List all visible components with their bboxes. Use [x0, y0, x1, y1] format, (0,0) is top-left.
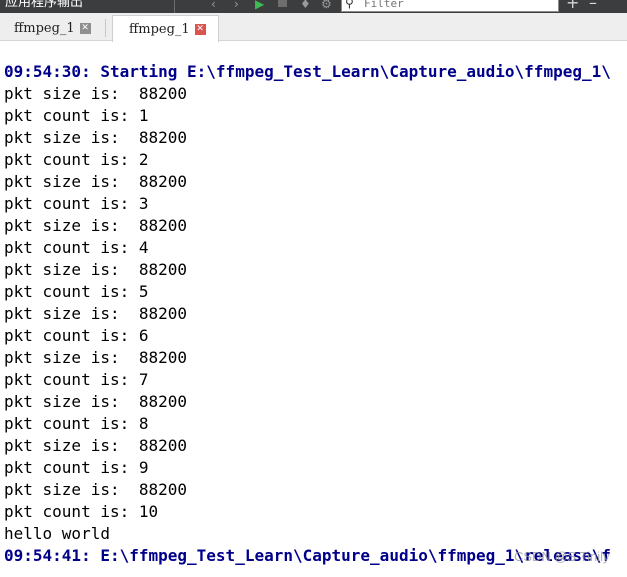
output-line: pkt size is: 88200	[4, 392, 188, 411]
output-line: pkt size is: 88200	[4, 480, 188, 499]
panel-title: 应用程序输出	[5, 0, 84, 10]
watermark: CSDN @S Tinily	[514, 549, 610, 564]
plus-icon[interactable]: +	[566, 0, 579, 11]
output-line: pkt count is: 4	[4, 238, 149, 257]
output-line: pkt size is: 88200	[4, 436, 188, 455]
output-line: pkt size is: 88200	[4, 304, 188, 323]
output-lines: 09:54:30: Starting E:\ffmpeg_Test_Learn\…	[4, 61, 611, 567]
output-line: pkt size is: 88200	[4, 128, 188, 147]
gear-icon[interactable]: ⚙	[321, 0, 332, 11]
tab-ffmpeg-1[interactable]: ffmpeg_1 ✕	[4, 16, 106, 41]
output-line: pkt count is: 10	[4, 502, 159, 521]
filter-field[interactable]: ⚲	[341, 0, 559, 12]
output-line: pkt count is: 2	[4, 150, 149, 169]
chevron-left-icon[interactable]: ‹	[211, 0, 216, 11]
close-icon[interactable]: ✕	[79, 23, 91, 34]
start-line: 09:54:30: Starting E:\ffmpeg_Test_Learn\…	[4, 62, 611, 81]
output-line: pkt count is: 1	[4, 106, 149, 125]
output-line: pkt count is: 3	[4, 194, 149, 213]
output-line: pkt count is: 5	[4, 282, 149, 301]
output-line: pkt size is: 88200	[4, 260, 188, 279]
chevron-right-icon[interactable]: ›	[234, 0, 239, 11]
toolbar-divider	[174, 0, 175, 13]
output-line: pkt count is: 9	[4, 458, 149, 477]
filter-input[interactable]	[364, 0, 554, 11]
play-icon[interactable]: ▶	[255, 0, 264, 11]
close-icon[interactable]: ✕	[194, 23, 206, 35]
output-line: pkt size is: 88200	[4, 172, 188, 191]
output-line: pkt size is: 88200	[4, 84, 188, 103]
output-line: hello world	[4, 524, 110, 543]
tab-ffmpeg-1-active[interactable]: ffmpeg_1 ✕	[112, 15, 219, 42]
tab-label: ffmpeg_1	[14, 21, 75, 36]
tab-label: ffmpeg_1	[129, 21, 190, 37]
tab-bar: ffmpeg_1 ✕ ffmpeg_1 ✕	[0, 13, 627, 42]
output-line: pkt size is: 88200	[4, 348, 188, 367]
tab-divider	[105, 19, 106, 37]
output-line: pkt count is: 8	[4, 414, 149, 433]
debug-icon[interactable]: ♦	[300, 0, 311, 11]
output-toolbar: 应用程序输出 ‹ › ▶ ♦ ⚙ ⚲ + –	[0, 0, 627, 13]
stop-icon[interactable]	[278, 0, 287, 7]
output-line: pkt count is: 7	[4, 370, 149, 389]
output-line: pkt count is: 6	[4, 326, 149, 345]
minus-icon[interactable]: –	[589, 0, 597, 11]
output-console[interactable]: 09:54:30: Starting E:\ffmpeg_Test_Learn\…	[0, 41, 627, 577]
output-line: pkt size is: 88200	[4, 216, 188, 235]
search-icon: ⚲	[345, 0, 354, 10]
